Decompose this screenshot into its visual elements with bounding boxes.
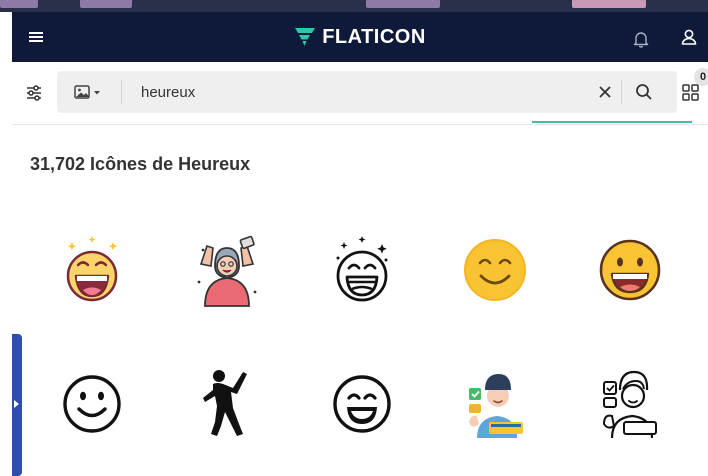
user-icon[interactable] [678, 26, 700, 48]
active-indicator-line [532, 121, 692, 123]
satisfied-customer-outline-icon[interactable] [590, 362, 670, 442]
smiling-face-icon[interactable] [455, 230, 535, 310]
laughing-face-outline-icon[interactable] [322, 230, 402, 310]
satisfied-customer-icon[interactable] [455, 362, 535, 442]
search-type-dropdown[interactable] [73, 81, 109, 103]
chevron-right-icon [14, 400, 19, 408]
search-divider [621, 80, 622, 104]
collection-count-badge: 0 [694, 68, 708, 86]
flaticon-logo-icon [295, 28, 316, 46]
close-icon[interactable] [595, 82, 615, 102]
top-navbar: FLATICON [12, 12, 708, 62]
grinning-face-outline-icon[interactable] [322, 362, 402, 442]
chevron-down-icon [94, 91, 100, 95]
laughing-face-sparkles-icon[interactable] [52, 230, 132, 310]
image-icon [74, 85, 100, 99]
search-icon[interactable] [633, 81, 655, 103]
grinning-face-icon[interactable] [590, 230, 670, 310]
filter-sliders-icon[interactable] [23, 82, 45, 104]
flaticon-logo[interactable]: FLATICON [12, 12, 708, 62]
search-input[interactable] [141, 78, 561, 106]
search-divider [121, 80, 122, 104]
celebrating-grandmother-icon[interactable] [187, 230, 267, 310]
bell-icon[interactable] [630, 28, 652, 50]
logo-text: FLATICON [322, 25, 426, 48]
dancing-silhouette-icon[interactable] [187, 362, 267, 442]
smiley-outline-icon[interactable] [52, 362, 132, 442]
results-title: 31,702 Icônes de Heureux [30, 154, 251, 174]
search-bar-row: 0 [12, 62, 708, 125]
top-image-strip [0, 0, 708, 12]
search-box [57, 71, 677, 113]
sidebar-toggle-tab[interactable] [12, 334, 22, 476]
